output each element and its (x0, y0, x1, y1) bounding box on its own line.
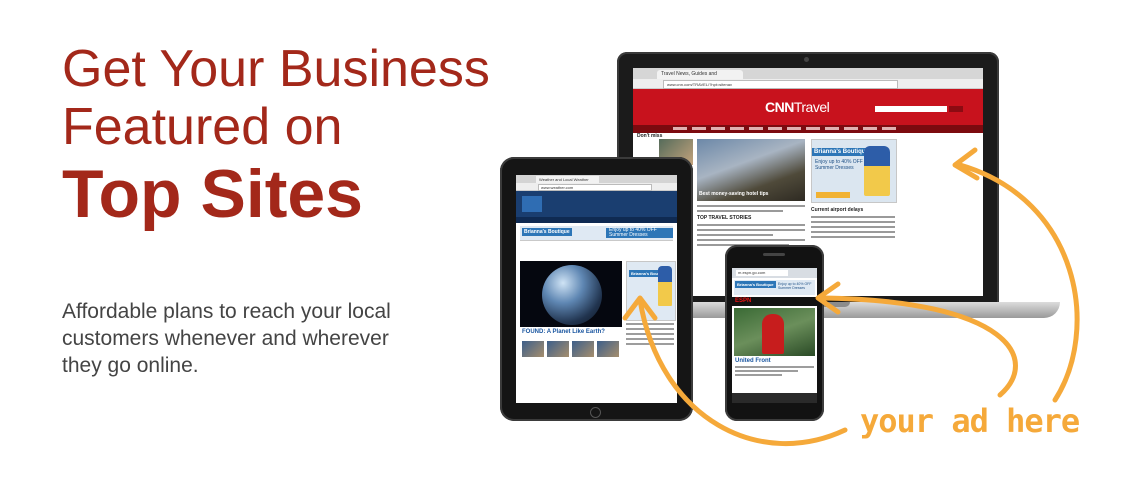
phone-illustration: m.espn.go.com Brianna's Boutique Enjoy u… (725, 245, 824, 421)
tablet-address-bar: www.weather.com (516, 183, 677, 191)
site-search-button (949, 106, 963, 112)
ad-brand: Brianna's Boutique (812, 148, 871, 156)
tablet-banner-ad: Brianna's Boutique Enjoy up to 40% OFF S… (520, 226, 673, 241)
phone-ad-text: Enjoy up to 40% OFF Summer Dresses (778, 282, 812, 290)
phone-speaker (763, 253, 785, 256)
phone-ad-brand: Brianna's Boutique (735, 281, 776, 288)
tablet-illustration: Weather and Local Weather www.weather.co… (500, 157, 693, 421)
url-text: www.cnn.com/TRAVEL/?hpt=sitenav (663, 80, 898, 89)
headline-line-1: Get Your Business (62, 40, 490, 98)
phone-story-text (732, 364, 817, 380)
tablet-side-ad: Brianna's Boutique (626, 261, 676, 321)
browser-tab: Travel News, Guides and (657, 70, 743, 79)
browser-tab-strip: Travel News, Guides and (633, 68, 983, 79)
tablet-ad-text: Enjoy up to 40% OFF Summer Dresses (606, 228, 673, 238)
your-ad-here-label: your ad here (860, 402, 1080, 440)
tablet-screen: Weather and Local Weather www.weather.co… (516, 175, 677, 403)
laptop-camera (804, 57, 809, 62)
headline: Get Your Business Featured on Top Sites (62, 40, 490, 232)
phone-screen: m.espn.go.com Brianna's Boutique Enjoy u… (732, 263, 817, 403)
site-search-box (875, 106, 947, 112)
site-nav (633, 125, 983, 133)
tablet-headline: FOUND: A Planet Like Earth? (522, 329, 605, 335)
display-ad: Brianna's Boutique Enjoy up to 40% OFF o… (811, 139, 897, 203)
tablet-site-logo (522, 196, 542, 212)
dress-image (864, 146, 890, 196)
airport-delays: Current airport delays (811, 207, 895, 238)
subheadline: Affordable plans to reach your local cus… (62, 300, 391, 377)
tablet-side-text (626, 323, 674, 348)
tablet-site-nav (516, 217, 677, 223)
browser-address-bar: www.cnn.com/TRAVEL/?hpt=sitenav (633, 79, 983, 89)
tablet-tab-strip: Weather and Local Weather (516, 175, 677, 183)
story-text: TOP TRAVEL STORIES (697, 205, 805, 249)
headline-line-2: Featured on (62, 98, 343, 156)
tablet-thumbnails (522, 341, 619, 357)
site-header: CNNTravel (633, 89, 983, 125)
tablet-home-button (590, 407, 601, 418)
phone-banner-ad: Brianna's Boutique Enjoy up to 40% OFF S… (734, 280, 815, 295)
planet-photo (520, 261, 622, 327)
headline-line-3: Top Sites (62, 156, 363, 232)
airport-title: Current airport delays (811, 207, 864, 213)
phone-toolbar (732, 393, 817, 403)
dress-image (658, 266, 672, 306)
site-logo: CNNTravel (765, 99, 830, 115)
tablet-site-header (516, 191, 677, 217)
tablet-tab: Weather and Local Weather (536, 176, 599, 183)
phone-address-bar: m.espn.go.com (732, 268, 817, 278)
tablet-url-text: www.weather.com (538, 184, 652, 191)
stories-heading: TOP TRAVEL STORIES (697, 215, 752, 221)
feature-caption: Best money-saving hotel tips (699, 191, 769, 197)
phone-site-brand: ESPN (732, 297, 817, 306)
tablet-ad-brand: Brianna's Boutique (522, 228, 572, 236)
phone-url-text: m.espn.go.com (736, 270, 788, 276)
phone-story-photo (734, 308, 815, 356)
logo-brand: CNN (765, 99, 794, 115)
ad-button (816, 192, 850, 198)
logo-section: Travel (793, 99, 830, 115)
